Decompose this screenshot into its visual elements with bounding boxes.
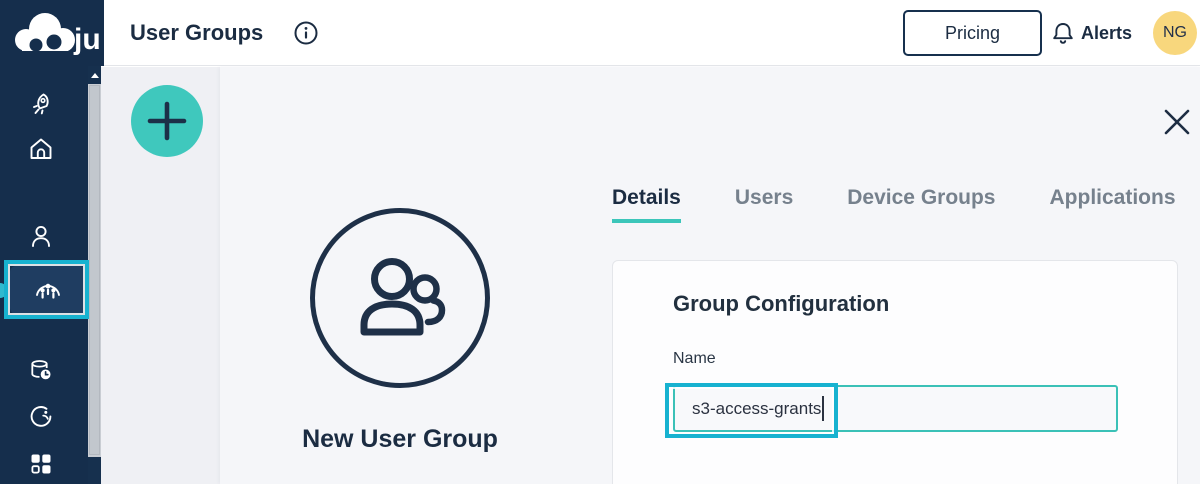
tab-users[interactable]: Users [735,186,793,223]
group-configuration-card: Group Configuration Name s3-access-grant… [612,260,1178,484]
user-group-icon [348,252,452,344]
scroll-up-arrow-icon [91,73,99,78]
sidebar-item-directory-insights[interactable] [27,357,61,391]
close-icon[interactable] [1163,108,1191,136]
home-icon [27,135,55,163]
plus-icon [147,101,187,141]
user-icon [27,222,55,250]
drawer-title: New User Group [220,425,580,454]
insights-icon [27,403,55,431]
nav-sidebar [0,66,88,484]
svg-text:ju: ju [73,23,101,56]
jumpcloud-logo[interactable]: ju [0,0,104,66]
name-field-label: Name [673,350,716,368]
card-heading: Group Configuration [673,291,889,317]
sidebar-scrollbar[interactable] [88,66,101,484]
scrollbar-up-button[interactable] [88,66,101,84]
sidebar-item-user-groups[interactable] [10,266,86,314]
alerts-label: Alerts [1081,23,1132,44]
groups-list-panel [101,67,220,484]
sidebar-item-insights[interactable] [27,403,61,437]
pricing-button[interactable]: Pricing [903,10,1042,56]
tab-applications[interactable]: Applications [1050,186,1176,223]
active-nav-indicator [0,283,7,298]
add-group-button[interactable] [131,85,203,157]
group-name-value: s3-access-grants [692,399,821,419]
apps-grid-icon [27,450,55,478]
directory-clock-icon [27,357,55,385]
bell-icon [1052,21,1074,45]
scrollbar-down-button[interactable] [88,457,101,484]
tab-device-groups[interactable]: Device Groups [847,186,995,223]
top-header: ju User Groups Pricing Alerts NG [0,0,1200,66]
alerts-button[interactable]: Alerts [1052,0,1132,66]
group-name-input[interactable]: s3-access-grants [673,385,1118,432]
sidebar-item-getting-started[interactable] [27,90,61,124]
user-groups-icon [33,277,63,303]
group-summary-column: New User Group [220,67,580,484]
drawer-tabs: Details Users Device Groups Applications [612,186,1176,223]
user-avatar[interactable]: NG [1153,11,1197,55]
jumpcloud-cloud-icon: ju [0,0,104,66]
page-title: User Groups [130,0,263,66]
sidebar-item-apps[interactable] [27,450,61,484]
text-caret [822,396,824,421]
rocket-icon [27,90,55,118]
group-avatar-circle [310,208,490,388]
sidebar-item-home[interactable] [27,135,61,169]
scrollbar-thumb[interactable] [89,85,100,455]
sidebar-item-users[interactable] [27,222,61,256]
app-root: ju User Groups Pricing Alerts NG [0,0,1200,484]
info-icon[interactable] [294,21,318,45]
tab-details[interactable]: Details [612,186,681,223]
new-user-group-drawer: New User Group Details Users Device Grou… [220,67,1200,484]
